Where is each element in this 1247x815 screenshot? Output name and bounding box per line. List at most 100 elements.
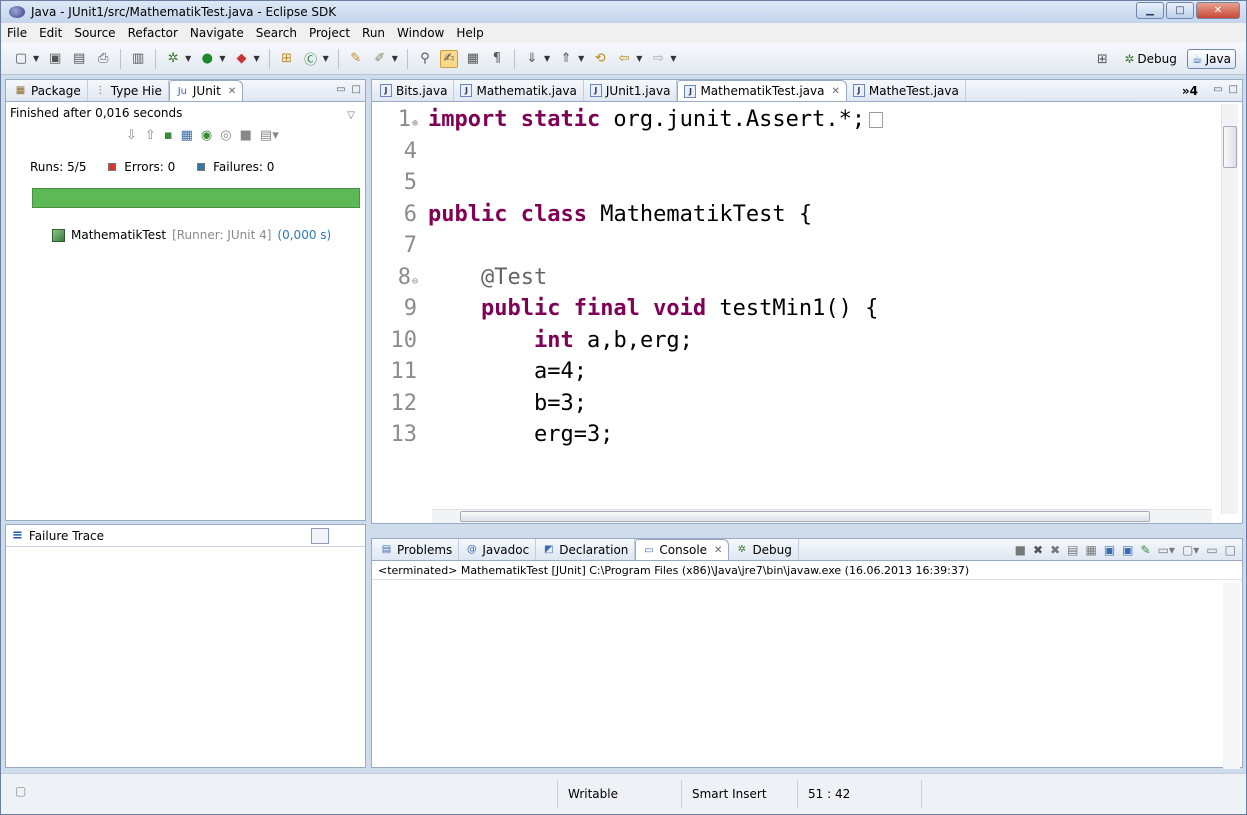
tab-mathematiktest-java[interactable]: J MathematikTest.java ✕	[677, 80, 847, 101]
display-console-icon[interactable]: ▭▾	[1158, 543, 1175, 557]
minimize-view-icon[interactable]: ▭	[336, 84, 345, 95]
new-class-dropdown-icon[interactable]: ▼	[323, 54, 329, 63]
back-icon[interactable]: ⇦	[615, 50, 633, 68]
status-insert-mode[interactable]: Smart Insert	[681, 780, 791, 808]
java-perspective-button[interactable]: ☕ Java	[1186, 49, 1236, 69]
next-annotation-icon[interactable]: ⇓	[523, 50, 541, 68]
print-icon[interactable]: ⎙	[94, 50, 112, 68]
fold-icon[interactable]: ⊕	[412, 118, 418, 129]
new-class-icon[interactable]: Ⓒ	[302, 50, 320, 68]
save-all-icon[interactable]: ▤	[70, 50, 88, 68]
folded-imports-box[interactable]	[869, 112, 884, 129]
forward-icon[interactable]: ⇨	[649, 50, 667, 68]
show-whitespace-icon[interactable]: ¶	[488, 50, 506, 68]
menu-navigate[interactable]: Navigate	[190, 26, 244, 40]
menu-refactor[interactable]: Refactor	[128, 26, 178, 40]
menu-run[interactable]: Run	[362, 26, 385, 40]
rerun-failed-icon[interactable]: ◎	[220, 128, 231, 143]
search-icon[interactable]: ✐	[371, 50, 389, 68]
save-icon[interactable]: ▣	[46, 50, 64, 68]
tab-package[interactable]: ▦ Package	[8, 80, 88, 101]
fast-view-icon[interactable]: ▢	[15, 784, 26, 798]
open-console-icon[interactable]: ▢▾	[1182, 543, 1199, 557]
maximize-console-icon[interactable]: □	[1225, 543, 1236, 557]
run-icon[interactable]: ●	[198, 50, 216, 68]
search-dropdown-icon[interactable]: ▼	[392, 54, 398, 63]
last-edit-icon[interactable]: ⟲	[591, 50, 609, 68]
minimize-button[interactable]: ▁	[1136, 2, 1164, 19]
external-tools-dropdown-icon[interactable]: ▼	[253, 54, 259, 63]
tab-junit[interactable]: Ju JUnit ✕	[168, 80, 244, 101]
tab-javadoc[interactable]: @ Javadoc	[459, 539, 537, 560]
tab-declaration[interactable]: ◩ Declaration	[536, 539, 636, 560]
previous-annotation-icon[interactable]: ⇑	[557, 50, 575, 68]
clear-console-icon[interactable]: ▤	[1067, 543, 1078, 557]
stop-icon[interactable]: ■	[240, 128, 252, 143]
remove-all-terminated-icon[interactable]: ✖	[1050, 543, 1060, 557]
back-dropdown-icon[interactable]: ▼	[636, 54, 642, 63]
menu-edit[interactable]: Edit	[39, 26, 62, 40]
maximize-view-icon[interactable]: □	[352, 84, 361, 95]
scroll-lock-console-icon[interactable]: ▦	[1085, 543, 1096, 557]
open-type-icon[interactable]: ✎	[347, 50, 365, 68]
close-tab-icon[interactable]: ✕	[714, 545, 722, 556]
fold-icon[interactable]: ⊖	[412, 276, 418, 287]
test-tree-item[interactable]: MathematikTest [Runner: JUnit 4] (0,000 …	[52, 228, 331, 242]
open-perspective-icon[interactable]: ⊞	[1093, 50, 1111, 68]
maximize-button[interactable]: □	[1166, 2, 1194, 19]
debug-dropdown-icon[interactable]: ▼	[185, 54, 191, 63]
close-tab-icon[interactable]: ✕	[228, 86, 236, 97]
tab-bits-java[interactable]: J Bits.java	[374, 80, 455, 101]
previous-failure-icon[interactable]: ⇧	[145, 128, 156, 143]
pin-console-icon[interactable]: ✎	[1141, 543, 1151, 557]
menu-file[interactable]: File	[7, 26, 27, 40]
menu-help[interactable]: Help	[456, 26, 483, 40]
scroll-lock-icon[interactable]: ▦	[181, 128, 193, 143]
close-tab-icon[interactable]: ✕	[831, 86, 839, 97]
menu-project[interactable]: Project	[309, 26, 350, 40]
terminate-icon[interactable]: ■	[1015, 543, 1026, 557]
next-failure-icon[interactable]: ⇩	[126, 128, 137, 143]
editor-vertical-scrollbar[interactable]	[1221, 104, 1238, 514]
show-on-output-icon[interactable]: ▣	[1104, 543, 1115, 557]
debug-run-icon[interactable]: ✲	[164, 50, 182, 68]
menu-source[interactable]: Source	[74, 26, 115, 40]
filter-stack-icon[interactable]	[311, 528, 329, 544]
view-menu-icon[interactable]: ▽	[347, 110, 355, 121]
minimize-editor-icon[interactable]: ▭	[1213, 84, 1222, 95]
show-failures-only-icon[interactable]: ▪	[164, 128, 173, 143]
tab-debug[interactable]: ✲ Debug	[729, 539, 799, 560]
new-dropdown-icon[interactable]: ▼	[33, 54, 39, 63]
minimize-console-icon[interactable]: ▭	[1206, 543, 1217, 557]
menu-window[interactable]: Window	[397, 26, 444, 40]
debug-perspective-button[interactable]: ✲ Debug	[1120, 49, 1181, 69]
toggle-mark-occurrences-icon[interactable]: ⚲	[416, 50, 434, 68]
scrollbar-thumb[interactable]	[460, 511, 1150, 522]
code-editor[interactable]: 1⊕ import static org.junit.Assert.*; 4 5 6 pu…	[378, 104, 1210, 508]
scrollbar-thumb[interactable]	[1223, 126, 1237, 168]
tab-mathetest-java[interactable]: J MatheTest.java	[847, 80, 966, 101]
close-button[interactable]: ✕	[1196, 2, 1240, 19]
new-icon[interactable]: ▢	[12, 50, 30, 68]
menu-search[interactable]: Search	[256, 26, 297, 40]
tab-problems[interactable]: ▤ Problems	[374, 539, 460, 560]
new-package-icon[interactable]: ⊞	[278, 50, 296, 68]
tab-console[interactable]: ▭ Console ✕	[635, 539, 730, 560]
toggle-highlight-icon[interactable]: ✍	[439, 49, 458, 68]
next-annotation-dropdown-icon[interactable]: ▼	[544, 54, 550, 63]
test-history-icon[interactable]: ▤▾	[260, 128, 279, 143]
previous-annotation-dropdown-icon[interactable]: ▼	[578, 54, 584, 63]
tab-junit1-java[interactable]: J JUnit1.java	[584, 80, 678, 101]
remove-launch-icon[interactable]: ✖	[1033, 543, 1043, 557]
editor-tab-overflow[interactable]: »4	[1182, 84, 1198, 98]
tab-mathematik-java[interactable]: J Mathematik.java	[454, 80, 584, 101]
external-tools-icon[interactable]: ◆	[232, 50, 250, 68]
console-scrollbar[interactable]	[1223, 583, 1240, 769]
forward-dropdown-icon[interactable]: ▼	[670, 54, 676, 63]
run-dropdown-icon[interactable]: ▼	[219, 54, 225, 63]
compare-result-icon[interactable]	[333, 528, 351, 544]
binary-icon[interactable]: ▥	[129, 50, 147, 68]
toggle-block-selection-icon[interactable]: ▦	[464, 50, 482, 68]
editor-horizontal-scrollbar[interactable]	[432, 509, 1212, 523]
tab-type-hie[interactable]: ⋮ Type Hie	[88, 80, 169, 101]
